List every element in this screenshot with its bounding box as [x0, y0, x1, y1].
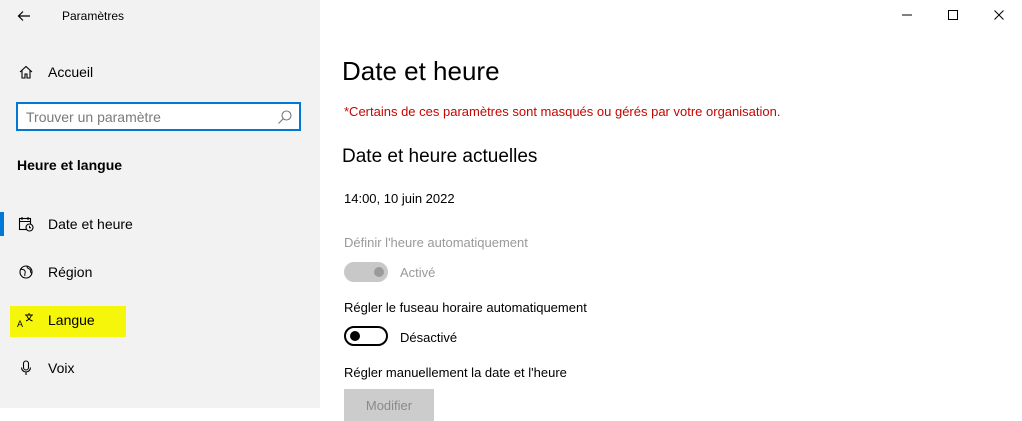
- current-date-time-value: 14:00, 10 juin 2022: [344, 191, 455, 206]
- current-date-time-heading: Date et heure actuelles: [342, 146, 538, 167]
- auto-timezone-state: Désactivé: [400, 330, 458, 345]
- sidebar-item-label: Région: [48, 264, 93, 280]
- svg-text:A: A: [17, 319, 23, 328]
- sidebar-item-voice[interactable]: Voix: [0, 348, 320, 388]
- sidebar-item-label: Voix: [48, 360, 75, 376]
- search-box[interactable]: [16, 102, 301, 131]
- maximize-icon: [948, 10, 958, 20]
- app-title: Paramètres: [62, 9, 125, 23]
- manual-date-time-label: Régler manuellement la date et l'heure: [344, 365, 567, 380]
- org-warning: *Certains de ces paramètres sont masqués…: [344, 104, 781, 119]
- search-input[interactable]: [26, 107, 276, 127]
- language-icon: A: [17, 311, 35, 329]
- globe-icon: [17, 263, 35, 281]
- sidebar-item-home[interactable]: Accueil: [0, 52, 320, 92]
- close-button[interactable]: [976, 0, 1022, 30]
- minimize-button[interactable]: [884, 0, 930, 30]
- change-button[interactable]: Modifier: [344, 389, 434, 421]
- auto-time-toggle[interactable]: [344, 262, 388, 282]
- back-button[interactable]: [8, 4, 40, 28]
- sidebar: Paramètres Accueil Heure et langue: [0, 0, 320, 408]
- close-icon: [994, 10, 1004, 20]
- sidebar-item-language[interactable]: A Langue: [0, 300, 320, 340]
- sidebar-item-label: Accueil: [48, 64, 94, 80]
- minimize-icon: [902, 14, 912, 16]
- calendar-clock-icon: [17, 215, 35, 233]
- maximize-button[interactable]: [930, 0, 976, 30]
- auto-timezone-toggle[interactable]: [344, 326, 388, 346]
- toggle-knob: [350, 331, 360, 341]
- auto-time-label: Définir l'heure automatiquement: [344, 235, 528, 250]
- sidebar-item-date-time[interactable]: Date et heure: [0, 204, 320, 244]
- auto-time-state: Activé: [400, 265, 436, 280]
- toggle-knob: [374, 267, 384, 277]
- microphone-icon: [17, 359, 35, 377]
- section-heading: Heure et langue: [17, 157, 123, 173]
- auto-timezone-label: Régler le fuseau horaire automatiquement: [344, 300, 587, 315]
- sidebar-item-label: Date et heure: [48, 216, 133, 232]
- back-arrow-icon: [17, 11, 30, 21]
- sidebar-item-label: Langue: [48, 312, 95, 328]
- window-controls: [884, 0, 1022, 30]
- selected-indicator: [0, 212, 4, 236]
- search-icon[interactable]: [277, 109, 293, 125]
- sidebar-item-region[interactable]: Région: [0, 252, 320, 292]
- home-icon: [17, 63, 35, 81]
- page-title: Date et heure: [342, 56, 500, 86]
- main-panel: Date et heure *Certains de ces paramètre…: [320, 0, 1022, 421]
